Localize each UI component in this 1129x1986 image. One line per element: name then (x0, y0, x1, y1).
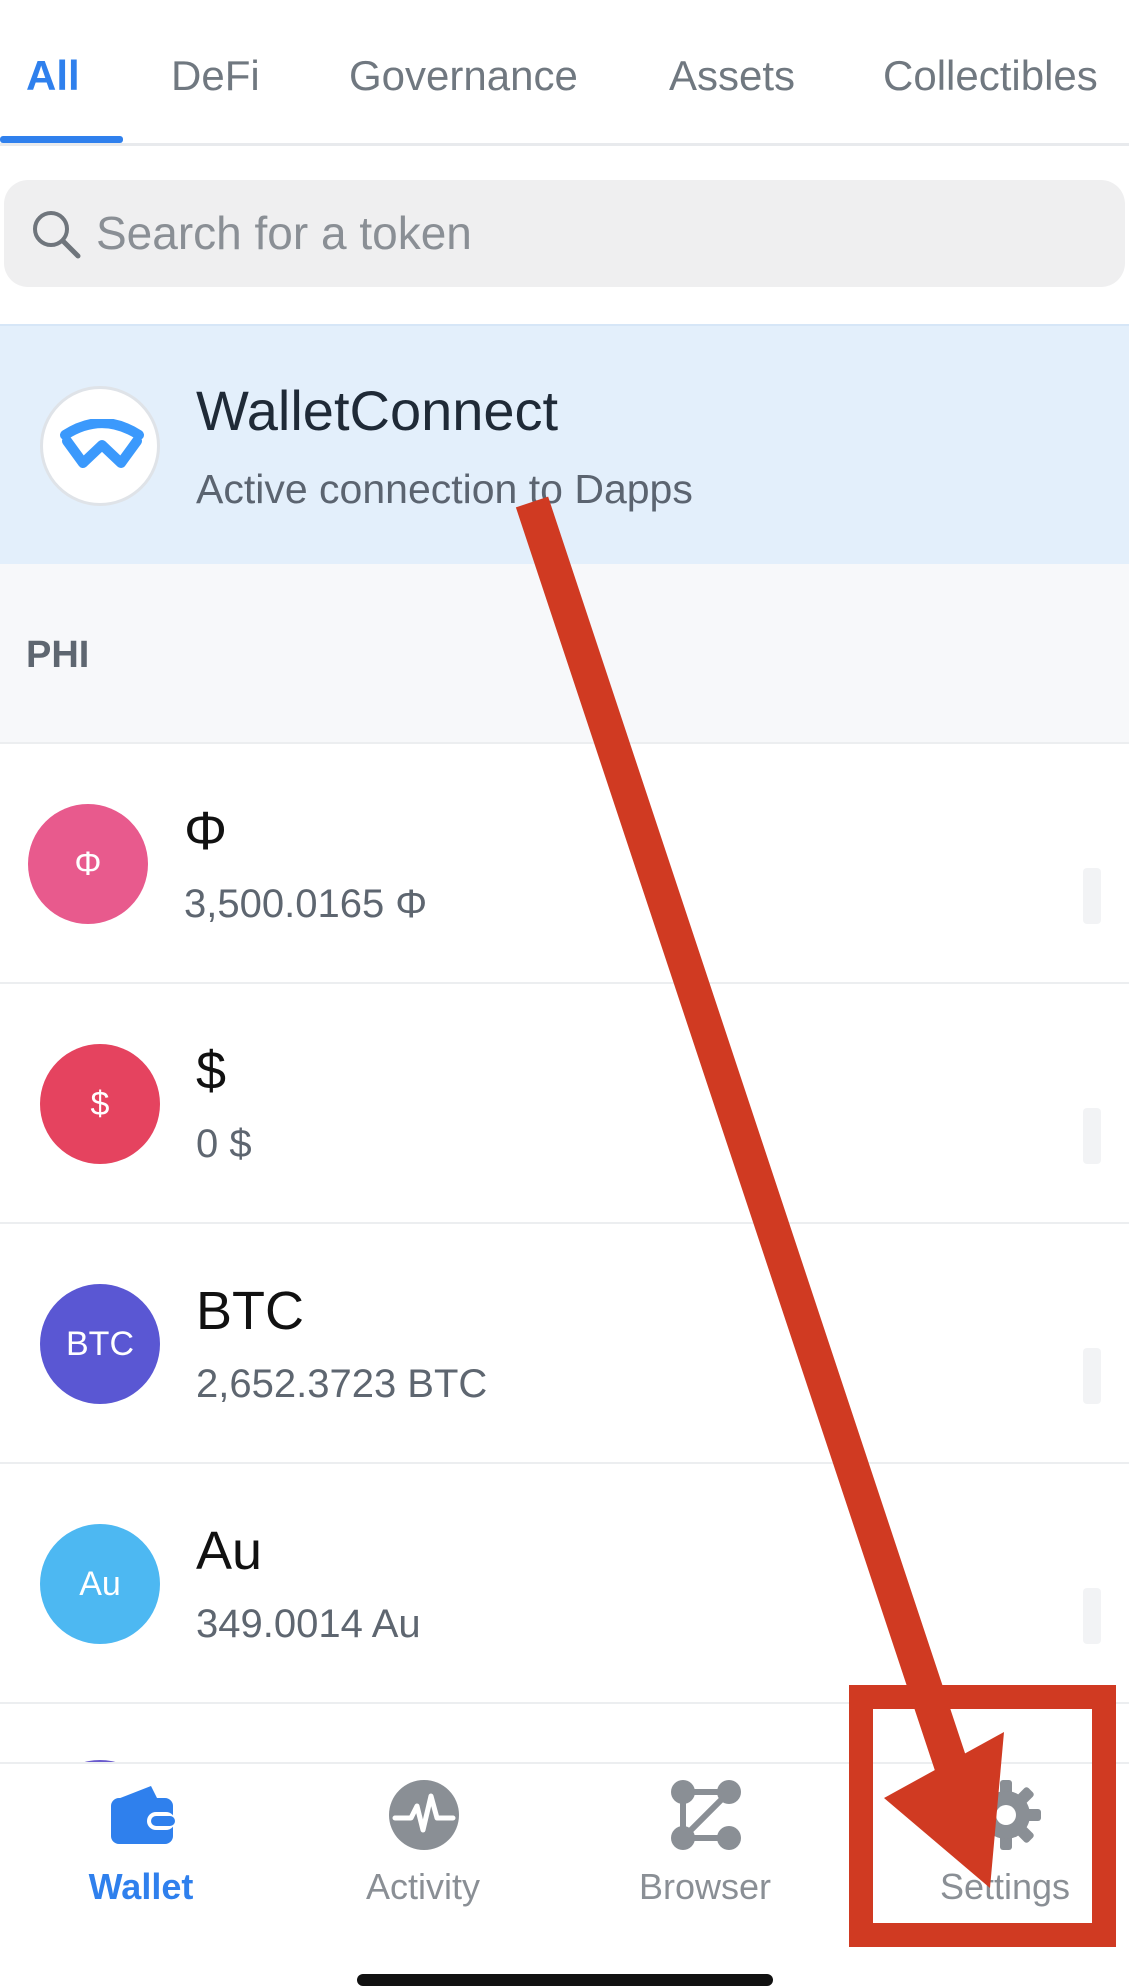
walletconnect-subtitle: Active connection to Dapps (196, 466, 693, 512)
section-title: PHI (26, 634, 90, 676)
token-balance: 349.0014 Au (196, 1602, 421, 1646)
token-avatar: $ (40, 1044, 160, 1164)
home-indicator (357, 1974, 773, 1986)
section-header: PHI (0, 564, 1129, 744)
tab-governance[interactable]: Governance (349, 52, 578, 100)
nav-settings[interactable]: Settings (864, 1764, 1129, 1986)
row-indicator (1083, 1348, 1101, 1404)
walletconnect-icon (60, 419, 144, 468)
search-input[interactable] (96, 198, 1096, 268)
nav-label: Activity (365, 1866, 480, 1907)
tab-defi[interactable]: DeFi (171, 52, 260, 100)
token-row-dollar[interactable]: $ $ 0 $ (0, 984, 1129, 1224)
token-name: BTC (196, 1281, 304, 1341)
search-bar[interactable] (4, 180, 1125, 287)
category-tabs: All DeFi Governance Assets Collectibles (0, 0, 1129, 146)
token-balance: 2,652.3723 BTC (196, 1362, 488, 1406)
wallet-icon (111, 1786, 175, 1844)
active-tab-indicator (0, 136, 123, 143)
gear-icon (971, 1780, 1041, 1850)
nav-label: Browser (638, 1866, 772, 1907)
walletconnect-logo (40, 386, 160, 506)
row-indicator (1083, 1108, 1101, 1164)
browser-icon (671, 1780, 741, 1850)
nav-label: Wallet (88, 1866, 194, 1907)
token-avatar: BTC (40, 1284, 160, 1404)
bottom-navigation: Wallet Activity Browser Settings (0, 1762, 1129, 1986)
token-row-phi[interactable]: Φ Φ 3,500.0165 Φ (0, 744, 1129, 984)
token-name: Φ (184, 801, 228, 861)
token-row-au[interactable]: Au Au 349.0014 Au (0, 1464, 1129, 1704)
token-avatar: Au (40, 1524, 160, 1644)
row-indicator (1083, 1588, 1101, 1644)
walletconnect-banner[interactable]: WalletConnect Active connection to Dapps (0, 324, 1129, 564)
tab-all[interactable]: All (26, 52, 80, 100)
token-avatar: Φ (28, 804, 148, 924)
token-name: Au (196, 1521, 263, 1581)
nav-label: Settings (939, 1866, 1071, 1907)
token-balance: 3,500.0165 Φ (184, 882, 428, 926)
tab-assets[interactable]: Assets (669, 52, 795, 100)
walletconnect-title: WalletConnect (196, 379, 559, 442)
token-balance: 0 $ (196, 1122, 252, 1166)
nav-wallet[interactable]: Wallet (0, 1764, 282, 1986)
token-name: $ (196, 1041, 227, 1101)
token-row-partial[interactable] (0, 1704, 1129, 1762)
tab-collectibles[interactable]: Collectibles (883, 52, 1098, 100)
row-indicator (1083, 868, 1101, 924)
activity-icon (389, 1780, 459, 1850)
nav-activity[interactable]: Activity (282, 1764, 564, 1986)
search-icon (33, 211, 81, 259)
nav-browser[interactable]: Browser (564, 1764, 846, 1986)
token-row-btc[interactable]: BTC BTC 2,652.3723 BTC (0, 1224, 1129, 1464)
